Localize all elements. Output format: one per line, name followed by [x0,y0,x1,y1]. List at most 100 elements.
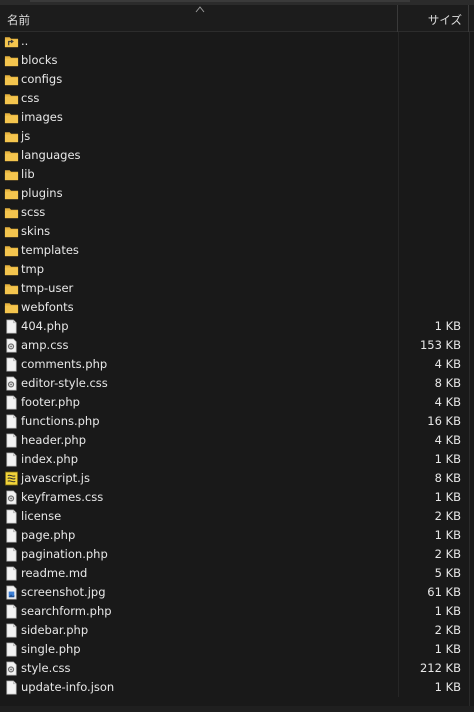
size-column-divider [398,108,399,127]
file-row[interactable]: skins [0,222,474,241]
file-name: blocks [21,53,58,67]
file-row[interactable]: single.php 1 KB [0,640,474,659]
file-row[interactable]: page.php 1 KB [0,526,474,545]
file-row[interactable]: amp.css 153 KB [0,336,474,355]
js-file-icon [4,471,19,486]
size-column-divider [398,640,399,659]
file-list: .. blocks configs css images js languages lib pl… [0,32,474,697]
file-row[interactable]: webfonts [0,298,474,317]
path-bar-remnant [30,0,410,2]
file-name: pagination.php [21,547,108,561]
size-column-label: サイズ [427,13,462,27]
file-icon [4,547,19,562]
file-row[interactable]: license 2 KB [0,507,474,526]
file-size: 2 KB [434,547,461,561]
name-column-header[interactable]: 名前 [0,5,398,32]
file-icon [4,357,19,372]
css-file-icon [4,338,19,353]
file-row[interactable]: keyframes.css 1 KB [0,488,474,507]
image-file-icon [4,585,19,600]
file-name: style.css [21,661,71,675]
file-row[interactable]: tmp [0,260,474,279]
file-name: webfonts [21,300,74,314]
file-name: scss [21,205,46,219]
file-name: 404.php [21,319,69,333]
file-row[interactable]: images [0,108,474,127]
folder-icon [4,205,19,220]
css-file-icon [4,661,19,676]
file-row[interactable]: footer.php 4 KB [0,393,474,412]
file-row[interactable]: lib [0,165,474,184]
size-column-divider [398,279,399,298]
file-size: 1 KB [434,319,461,333]
file-row[interactable]: screenshot.jpg 61 KB [0,583,474,602]
file-size: 1 KB [434,452,461,466]
file-row[interactable]: plugins [0,184,474,203]
size-column-divider [398,412,399,431]
folder-icon [4,148,19,163]
file-row[interactable]: header.php 4 KB [0,431,474,450]
folder-icon [4,300,19,315]
file-name: sidebar.php [21,623,89,637]
file-row[interactable]: functions.php 16 KB [0,412,474,431]
size-column-divider [398,602,399,621]
file-size: 4 KB [434,357,461,371]
file-row[interactable]: js [0,127,474,146]
file-row[interactable]: tmp-user [0,279,474,298]
file-name: screenshot.jpg [21,585,106,599]
file-size: 8 KB [434,471,461,485]
file-row[interactable]: blocks [0,51,474,70]
file-row[interactable]: searchform.php 1 KB [0,602,474,621]
file-name: js [21,129,31,143]
folder-icon [4,224,19,239]
file-row[interactable]: templates [0,241,474,260]
file-name: tmp [21,262,45,276]
file-row[interactable]: configs [0,70,474,89]
file-row[interactable]: languages [0,146,474,165]
file-row[interactable]: pagination.php 2 KB [0,545,474,564]
file-size: 212 KB [419,661,461,675]
file-icon [4,566,19,581]
name-column-label: 名前 [7,13,30,27]
file-row[interactable]: scss [0,203,474,222]
horizontal-scrollbar[interactable] [0,706,474,712]
size-column-divider [398,526,399,545]
file-name: license [21,509,62,523]
file-row[interactable]: sidebar.php 2 KB [0,621,474,640]
file-name: javascript.js [21,471,90,485]
size-column-divider [398,450,399,469]
file-size: 1 KB [434,680,461,694]
file-size: 1 KB [434,642,461,656]
file-name: languages [21,148,81,162]
file-icon [4,642,19,657]
folder-icon [4,186,19,201]
size-column-divider [398,317,399,336]
file-icon [4,509,19,524]
size-column-divider [398,488,399,507]
file-row[interactable]: css [0,89,474,108]
size-column-divider [398,621,399,640]
size-column-divider [398,659,399,678]
file-row[interactable]: editor-style.css 8 KB [0,374,474,393]
file-size: 8 KB [434,376,461,390]
file-row[interactable]: style.css 212 KB [0,659,474,678]
file-name: single.php [21,642,81,656]
file-size: 61 KB [427,585,461,599]
file-icon [4,395,19,410]
file-row[interactable]: update-info.json 1 KB [0,678,474,697]
file-row[interactable]: .. [0,32,474,51]
file-row[interactable]: comments.php 4 KB [0,355,474,374]
file-row[interactable]: index.php 1 KB [0,450,474,469]
file-name: readme.md [21,566,88,580]
file-row[interactable]: readme.md 5 KB [0,564,474,583]
size-column-divider [398,355,399,374]
file-size: 1 KB [434,604,461,618]
file-name: lib [21,167,35,181]
file-row[interactable]: javascript.js 8 KB [0,469,474,488]
file-icon [4,604,19,619]
size-column-header[interactable]: サイズ [399,5,469,32]
file-row[interactable]: 404.php 1 KB [0,317,474,336]
folder-icon [4,243,19,258]
file-size: 5 KB [434,566,461,580]
file-name: css [21,91,40,105]
